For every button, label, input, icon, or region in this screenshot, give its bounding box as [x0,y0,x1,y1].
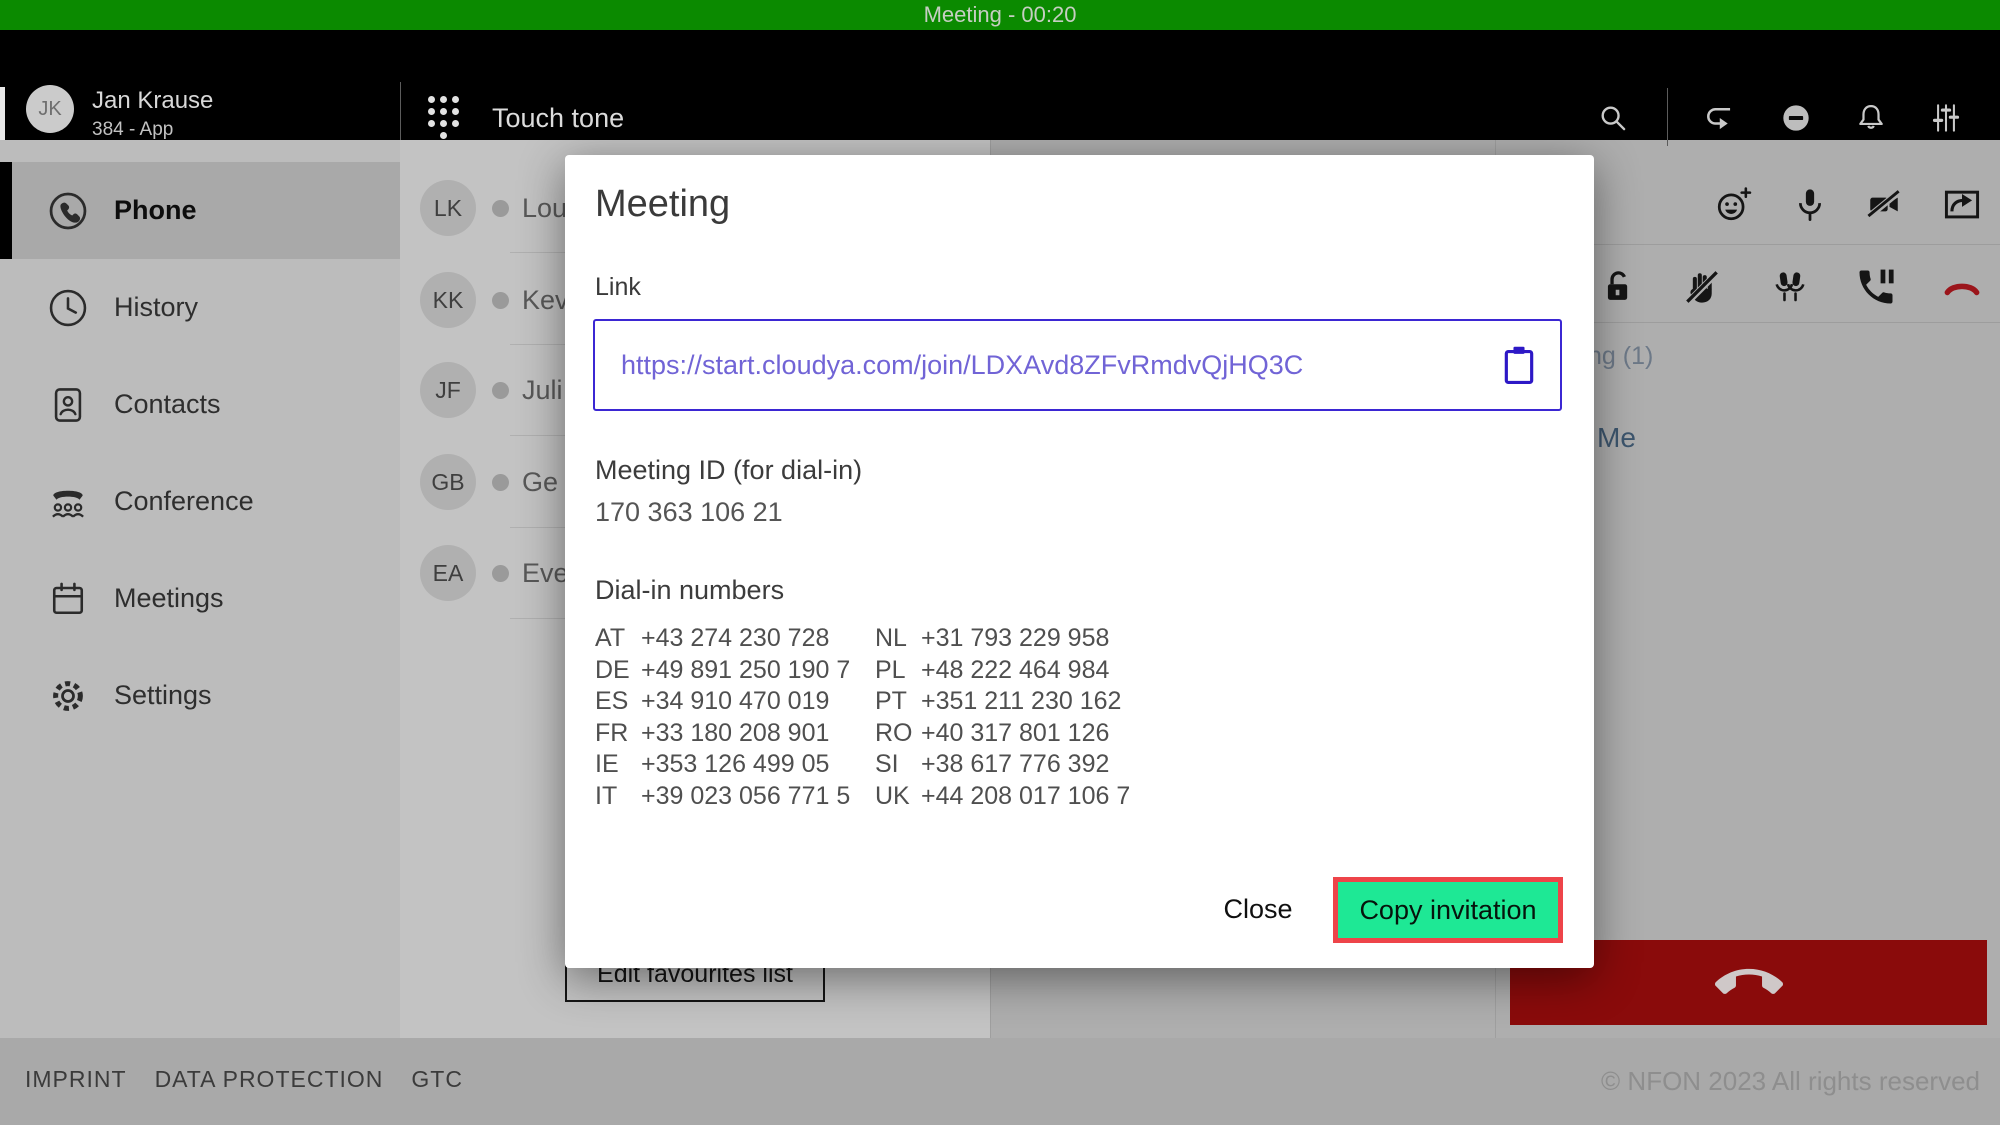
touch-tone-label[interactable]: Touch tone [492,103,624,134]
dial-in-row: PL+48 222 464 984 [875,655,1130,687]
call-timer-text: Meeting - 00:20 [0,0,2000,30]
hangup-icon [1715,949,1783,1017]
active-call-banner[interactable]: Meeting - 00:20 [0,0,2000,30]
video-off-icon[interactable] [1862,183,1906,227]
sidebar-item-contacts[interactable]: Contacts [0,356,400,453]
status-dot [492,292,509,309]
dial-in-row: ES+34 910 470 019 [595,686,850,718]
share-screen-icon[interactable] [1940,183,1984,227]
history-icon [46,286,90,330]
footer-link-imprint[interactable]: IMPRINT [25,1066,127,1093]
dial-in-row: RO+40 317 801 126 [875,718,1130,750]
sidebar-item-label: Conference [114,486,254,517]
footer-link-data-protection[interactable]: DATA PROTECTION [155,1066,384,1093]
meeting-link-field[interactable]: https://start.cloudya.com/join/LDXAvd8ZF… [593,319,1562,411]
phone-icon [46,189,90,233]
microphone-icon[interactable] [1788,183,1832,227]
hold-call-icon[interactable] [1854,265,1898,309]
dial-in-row: PT+351 211 230 162 [875,686,1130,718]
mute-all-icon[interactable] [1768,265,1812,309]
user-extension: 384 - App [92,119,173,141]
footer-link-gtc[interactable]: GTC [411,1066,463,1093]
call-forward-icon[interactable] [1700,99,1738,137]
sidebar-item-phone[interactable]: Phone [0,162,400,259]
dial-in-column-2: NL+31 793 229 958 PL+48 222 464 984 PT+3… [875,623,1130,812]
sidebar-item-history[interactable]: History [0,259,400,356]
search-icon[interactable] [1594,99,1632,137]
contact-name: Lou [522,193,567,224]
hand-off-icon[interactable] [1680,265,1724,309]
dial-in-row: DE+49 891 250 190 7 [595,655,850,687]
contact-avatar: KK [420,272,476,328]
hangup-small-icon[interactable] [1940,265,1984,309]
status-dot [492,474,509,491]
header-divider [400,82,401,144]
bell-icon[interactable] [1852,99,1890,137]
conference-icon [46,480,90,524]
sidebar-item-settings[interactable]: Settings [0,647,400,744]
dial-in-row: IT+39 023 056 771 5 [595,781,850,813]
lock-open-icon[interactable] [1596,265,1640,309]
contact-name: Kev [522,285,569,316]
copyright-text: © NFON 2023 All rights reserved [1601,1066,1980,1097]
sidebar-item-label: Phone [114,195,197,226]
sidebar-item-label: Settings [114,680,212,711]
header-edge-marker [0,87,5,142]
sidebar-item-meetings[interactable]: Meetings [0,550,400,647]
meeting-modal: Meeting Link https://start.cloudya.com/j… [565,155,1594,968]
user-name: Jan Krause [92,87,213,115]
meetings-icon [46,577,90,621]
contact-avatar: LK [420,180,476,236]
app-window: Meeting - 00:20 JK Jan Krause 384 - App … [0,0,2000,1125]
sidebar-item-label: Contacts [114,389,221,420]
meeting-id-label: Meeting ID (for dial-in) [595,455,862,486]
dial-in-row: IE+353 126 499 05 [595,749,850,781]
footer-links: IMPRINT DATA PROTECTION GTC [25,1066,463,1093]
contacts-icon [46,383,90,427]
link-label: Link [595,273,641,302]
sliders-icon[interactable] [1927,99,1965,137]
modal-title: Meeting [595,183,730,226]
contact-name: Eve [522,558,569,589]
meeting-link-url[interactable]: https://start.cloudya.com/join/LDXAvd8ZF… [621,350,1500,381]
sidebar-item-label: Meetings [114,583,224,614]
dial-in-row: SI+38 617 776 392 [875,749,1130,781]
dial-in-row: UK+44 208 017 106 7 [875,781,1130,813]
clipboard-icon[interactable] [1500,344,1538,386]
contact-name: Ge [522,467,558,498]
contact-avatar: GB [420,454,476,510]
do-not-disturb-icon[interactable] [1777,99,1815,137]
contact-name: Juli [522,375,563,406]
participants-header: ng (1) [1588,342,1653,371]
settings-icon [46,674,90,718]
sidebar: Phone History Contacts Conference Meetin… [0,140,400,1038]
contact-avatar: JF [420,362,476,418]
participant-me: Me [1597,422,1636,454]
dial-in-column-1: AT+43 274 230 728 DE+49 891 250 190 7 ES… [595,623,850,812]
dial-in-row: AT+43 274 230 728 [595,623,850,655]
status-dot [492,565,509,582]
dial-in-row: FR+33 180 208 901 [595,718,850,750]
contact-avatar: EA [420,545,476,601]
copy-invitation-button[interactable]: Copy invitation [1333,877,1563,943]
dial-in-row: NL+31 793 229 958 [875,623,1130,655]
dial-in-label: Dial-in numbers [595,575,784,606]
status-dot [492,200,509,217]
status-dot [492,382,509,399]
sidebar-item-label: History [114,292,198,323]
sidebar-item-conference[interactable]: Conference [0,453,400,550]
header-divider-2 [1667,88,1668,146]
close-button[interactable]: Close [1213,887,1303,931]
dialpad-icon[interactable] [424,96,464,142]
avatar[interactable]: JK [26,85,74,133]
header: JK Jan Krause 384 - App Touch tone [0,30,2000,140]
add-reaction-icon[interactable] [1711,183,1755,227]
meeting-id-value: 170 363 106 21 [595,497,783,528]
